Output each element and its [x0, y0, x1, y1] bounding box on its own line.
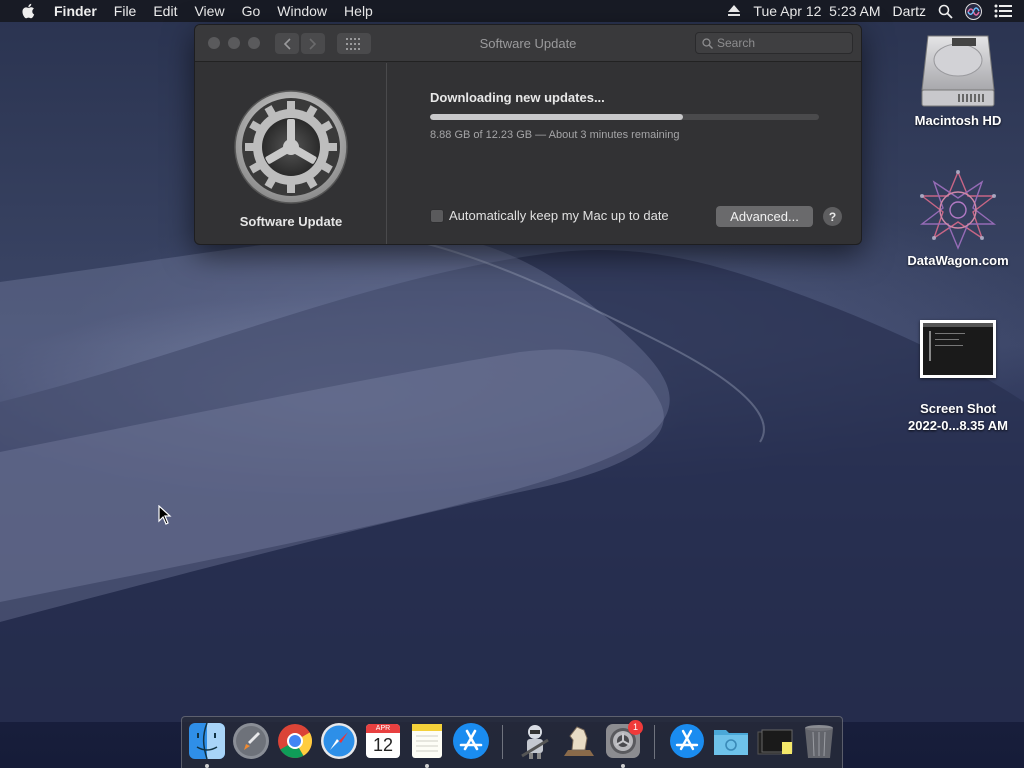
desktop-icon-label: Macintosh HD: [914, 113, 1002, 128]
status-text: Downloading new updates...: [430, 90, 605, 105]
eject-icon[interactable]: [727, 5, 741, 17]
calendar-day: 12: [372, 735, 394, 755]
folder-icon: [714, 730, 748, 755]
menu-help[interactable]: Help: [344, 3, 373, 19]
menu-clock[interactable]: Tue Apr 12 5:23 AM: [753, 3, 880, 19]
download-progress-bar: [430, 114, 819, 120]
search-field[interactable]: [695, 32, 853, 54]
notes-running-dot: [425, 764, 429, 768]
dock: APR 12 1: [181, 716, 843, 768]
progress-detail: 8.88 GB of 12.23 GB — About 3 minutes re…: [430, 129, 680, 141]
mouse-cursor-icon: [158, 505, 172, 525]
desktop-icon-datawagon[interactable]: DataWagon.com: [898, 168, 1018, 269]
notes-icon: [412, 724, 442, 758]
desktop-icon-screenshot[interactable]: Screen Shot 2022-0...8.35 AM: [898, 320, 1018, 434]
advanced-button[interactable]: Advanced...: [716, 206, 813, 227]
datawagon-icon: [919, 170, 997, 250]
left-pane: Software Update: [195, 63, 387, 244]
dock-app-store-downloads[interactable]: [668, 722, 706, 760]
calendar-icon: APR 12: [366, 724, 400, 758]
menu-bar: Finder File Edit View Go Window Help Tue…: [0, 0, 1024, 22]
help-button[interactable]: ?: [823, 207, 842, 226]
app-store-icon: [453, 723, 489, 759]
screenshot-stack-icon: [757, 729, 793, 755]
dock-screenshot-stack[interactable]: [756, 722, 794, 760]
notification-center-icon[interactable]: [994, 4, 1012, 18]
spotlight-icon[interactable]: [938, 4, 953, 19]
menu-file[interactable]: File: [114, 3, 137, 19]
auto-update-label[interactable]: Automatically keep my Mac up to date: [449, 208, 669, 223]
dock-safari[interactable]: [320, 722, 358, 760]
menu-app-name[interactable]: Finder: [54, 3, 97, 19]
menu-go[interactable]: Go: [242, 3, 261, 19]
trash-icon: [805, 725, 833, 758]
dock-notes[interactable]: [408, 722, 446, 760]
dock-calendar[interactable]: APR 12: [364, 722, 402, 760]
system-preferences-running-dot: [621, 764, 625, 768]
menu-user[interactable]: Dartz: [893, 3, 926, 19]
auto-update-checkbox[interactable]: [430, 208, 444, 223]
software-update-window: Software Update Search Software Update D…: [194, 24, 862, 245]
dock-separator: [654, 725, 655, 759]
auto-update-row: Automatically keep my Mac up to date: [430, 208, 669, 223]
finder-running-dot: [205, 764, 209, 768]
chrome-icon: [278, 724, 312, 758]
dock-folder[interactable]: [712, 722, 750, 760]
menu-window[interactable]: Window: [277, 3, 327, 19]
calendar-month: APR: [366, 724, 400, 733]
menu-extras: Tue Apr 12 5:23 AM Dartz: [727, 0, 1024, 22]
menu-edit[interactable]: Edit: [153, 3, 177, 19]
search-icon: [702, 37, 713, 49]
automator-robot-icon: [521, 725, 549, 759]
dock-automator[interactable]: [516, 722, 554, 760]
dock-launchpad[interactable]: [232, 722, 270, 760]
notification-badge: 1: [628, 720, 643, 735]
menu-view[interactable]: View: [194, 3, 224, 19]
dock-finder[interactable]: [188, 722, 226, 760]
chess-knight-icon: [564, 726, 594, 756]
dock-chess[interactable]: [560, 722, 598, 760]
pane-title: Software Update: [239, 214, 343, 229]
screenshot-thumbnail: [920, 320, 996, 378]
desktop-icon-label-line2: 2022-0...8.35 AM: [908, 418, 1008, 433]
dock-app-store[interactable]: [452, 722, 490, 760]
dock-separator: [502, 725, 503, 759]
safari-compass-icon: [321, 723, 357, 759]
window-titlebar: Software Update: [195, 25, 861, 62]
desktop-icon-macintosh-hd[interactable]: Macintosh HD: [898, 30, 1018, 129]
finder-icon: [189, 722, 225, 760]
apple-logo-icon[interactable]: [20, 2, 38, 20]
desktop-icon-label: DataWagon.com: [907, 253, 1009, 268]
hard-drive-icon: [921, 35, 995, 107]
dock-trash[interactable]: [800, 722, 838, 760]
dock-chrome[interactable]: [276, 722, 314, 760]
app-store-downloads-icon: [670, 724, 704, 758]
software-update-gear-icon: [233, 89, 349, 205]
dock-system-preferences[interactable]: 1: [604, 720, 643, 760]
desktop-icon-label-line1: Screen Shot: [920, 401, 996, 416]
siri-icon[interactable]: [965, 2, 982, 20]
progress-fill: [430, 114, 683, 120]
search-input[interactable]: [717, 36, 837, 50]
launchpad-rocket-icon: [233, 723, 269, 759]
